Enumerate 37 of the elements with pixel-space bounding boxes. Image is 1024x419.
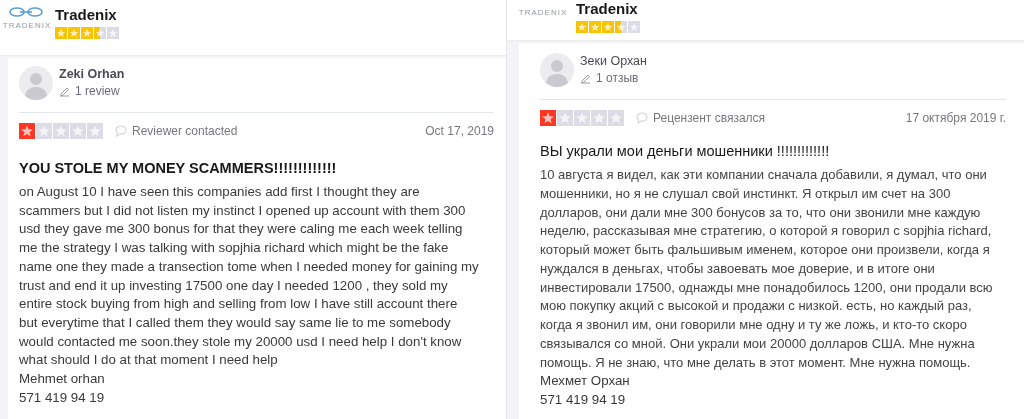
star-icon (81, 27, 93, 39)
half-star-icon (94, 27, 106, 39)
avatar-icon (19, 66, 53, 100)
review-date: 17 октября 2019 г. (905, 111, 1006, 125)
review-text: 10 августа я видел, как эти компании сначала добавили, я думал, что они мошенники, но я не слушал свой инстинкт. Я открыл им счет на 300 долларов, они дали мне 300 бонусов за то, что они звонили мне каждую неделю, рассказывая мне стратегию, о которой я говорил с sopjhia richard, который может быть фальшивым именем, которое они произвели, когда я нуждался в деньгах, чтобы завоевать мое доверие, и в итоге они инвестировали 17500, однажды мне понадобилось 1200, они продали всю мою покупку акций с высокой и продажи с низкой. есть, но каждый раз, когда я звонил им, они говорили мне одну и ту же ложь, и кто-то скоро связывался со мной. Они украли мои 20000 долларов США. Мне нужна помощь. Я не знаю, что мне делать в этот момент. Мне нужна помощь. (540, 166, 994, 372)
half-star-icon (615, 21, 627, 33)
phone-number: 571 419 94 19 (540, 390, 627, 409)
speech-bubble-icon (636, 112, 649, 124)
logo-text: TRADENIX (518, 8, 568, 17)
review-date: Oct 17, 2019 (425, 124, 494, 138)
review-count[interactable]: 1 отзыв (596, 71, 639, 85)
review-title: YOU STOLE MY MONEY SCAMMERS!!!!!!!!!!!!! (19, 159, 338, 177)
review-text: on August 10 I have seen this companies add first I thought they are scammers but I did not listen my instinct I opened up account with them 300 usd they gave me 300 bonus for that they were caling me each week telling me the strategy I was talking with sopjhia richard which might be the fake name one they made a transection tome when I needed money for gaining my trust and end it up investing 17500 one day I needed 1200 , they sold my entire stock buying from high and selling from low I have still account there but everytime that I called them they would say same lie to me somebody would contacted me soon.they stole my 20000 usd I need help I don't know what should I do at that moment I need help (19, 183, 480, 370)
chain-logo-icon (8, 6, 46, 18)
review-count[interactable]: 1 review (75, 84, 120, 98)
pencil-icon (580, 72, 591, 84)
signature: Mehmet orhan (19, 370, 106, 389)
logo-text: TRADENIX (2, 21, 52, 30)
status-label: Рецензент связался (653, 111, 766, 125)
review-title: ВЫ украли мои деньги мошенники !!!!!!!!!!!!! (540, 142, 831, 160)
company-name[interactable]: Tradenix (576, 0, 640, 18)
speech-bubble-icon (115, 125, 128, 137)
reviewer-name[interactable]: Зеки Орхан (580, 53, 647, 69)
avatar-icon (540, 53, 574, 87)
status-label: Reviewer contacted (132, 124, 238, 138)
star-icon (68, 27, 80, 39)
company-name[interactable]: Tradenix (55, 6, 119, 24)
star-icon (19, 123, 35, 139)
star-icon (576, 21, 588, 33)
phone-number: 571 419 94 19 (19, 388, 106, 407)
star-icon (602, 21, 614, 33)
pencil-icon (59, 85, 70, 97)
star-icon (540, 110, 556, 126)
signature: Мехмет Орхан (540, 372, 631, 391)
reviewer-name[interactable]: Zeki Orhan (59, 66, 125, 82)
star-icon (589, 21, 601, 33)
star-icon (55, 27, 67, 39)
